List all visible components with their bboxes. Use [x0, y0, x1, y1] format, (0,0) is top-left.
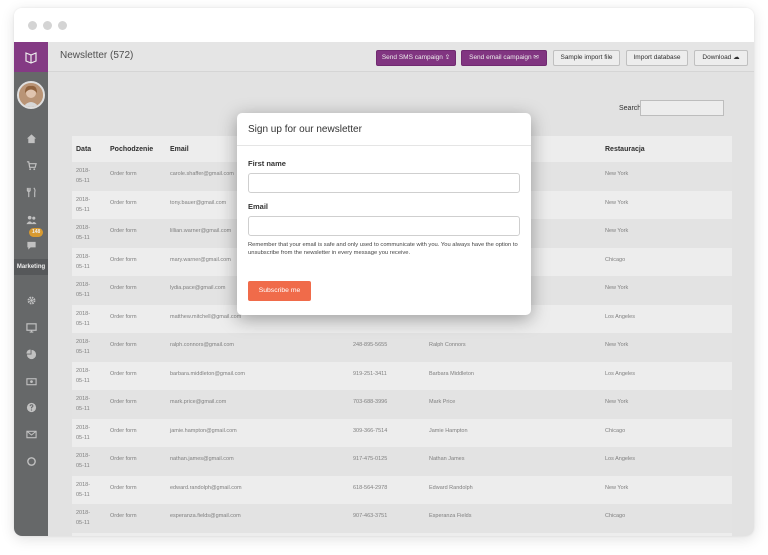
modal-divider [237, 145, 531, 146]
newsletter-signup-modal: Sign up for our newsletter First name Em… [237, 113, 531, 315]
subscribe-button[interactable]: Subscribe me [248, 281, 311, 301]
window-dot-icon[interactable] [43, 21, 52, 30]
first-name-field[interactable] [248, 173, 520, 193]
email-field[interactable] [248, 216, 520, 236]
window-dot-icon[interactable] [28, 21, 37, 30]
modal-title: Sign up for our newsletter [248, 124, 362, 135]
browser-window: 148 Marketing Newsletter (572) Send SMS … [14, 8, 754, 536]
window-dot-icon[interactable] [58, 21, 67, 30]
first-name-label: First name [248, 159, 286, 168]
window-titlebar [14, 8, 754, 42]
privacy-note: Remember that your email is safe and onl… [248, 242, 518, 256]
email-label: Email [248, 202, 269, 211]
